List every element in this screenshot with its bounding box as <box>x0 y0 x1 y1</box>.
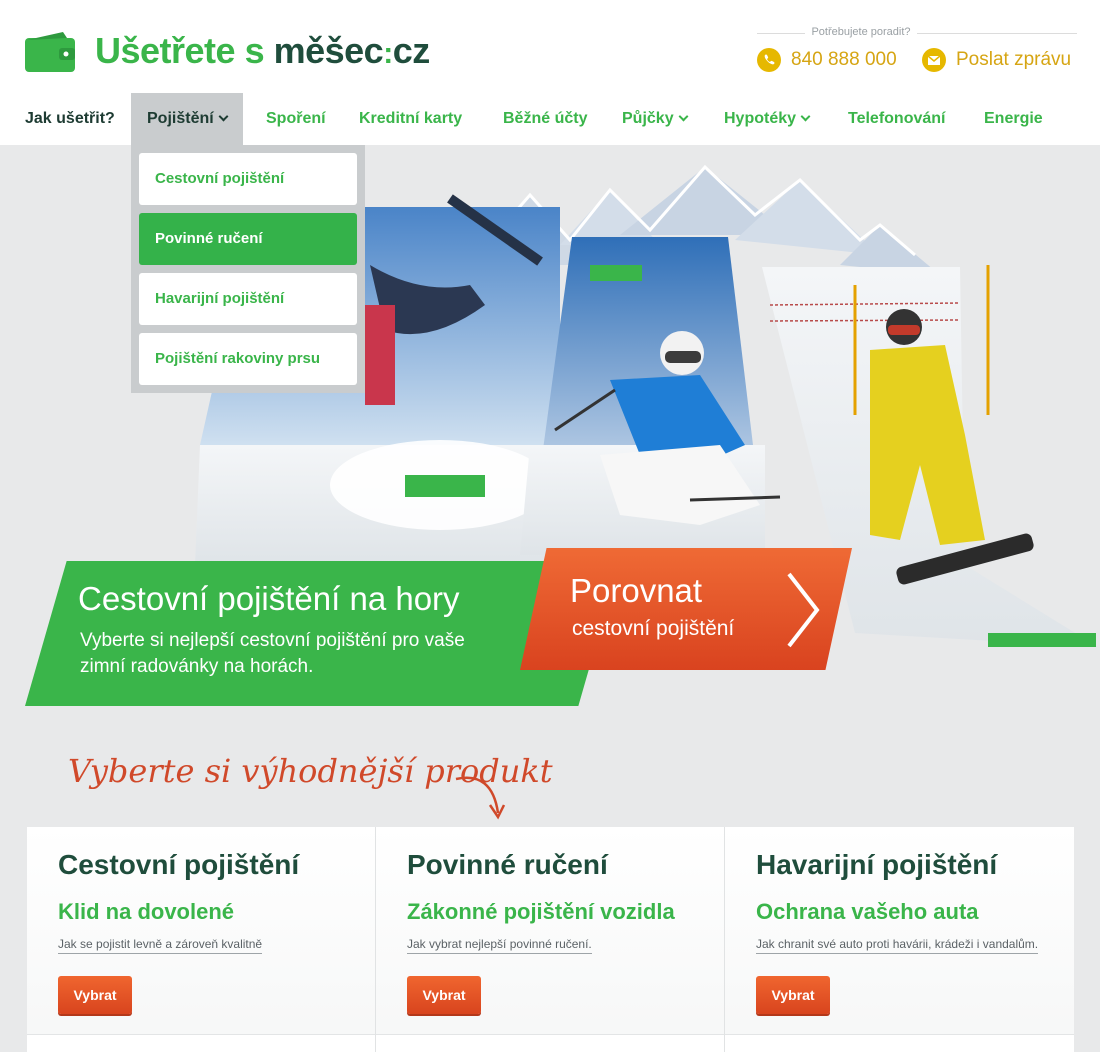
dropdown-item-cestovni[interactable]: Cestovní pojištění <box>139 153 357 205</box>
main-nav: Jak ušetřit? Pojištění Spoření Kreditní … <box>0 93 1100 145</box>
dropdown-item-label: Povinné ručení <box>155 230 263 247</box>
hero-subtitle: Vyberte si nejlepší cestovní pojištění p… <box>80 630 465 677</box>
card-bottom-strip <box>27 1034 375 1052</box>
hero-title: Cestovní pojištění na hory <box>78 580 460 617</box>
nav-item-label: Telefonování <box>848 110 946 127</box>
card-title: Cestovní pojištění <box>58 849 300 880</box>
site-header: Ušetřete s měšec:cz Potřebujete poradit?… <box>0 0 1100 145</box>
dropdown-item-povinne[interactable]: Povinné ručení <box>139 213 357 265</box>
nav-item-telefonovani[interactable]: Telefonování <box>848 93 946 145</box>
chevron-right-icon[interactable] <box>785 570 825 650</box>
product-cards: Cestovní pojištění Klid na dovolené Jak … <box>27 827 1074 1052</box>
help-label: Potřebujete poradit? <box>746 26 976 38</box>
chevron-down-icon <box>800 111 811 122</box>
logo-text: Ušetřete s měšec:cz <box>95 30 430 72</box>
card-title: Povinné ručení <box>407 849 608 880</box>
insurance-dropdown-menu: Cestovní pojištění Povinné ručení Havari… <box>131 145 365 393</box>
nav-item-hypoteky[interactable]: Hypotéky <box>724 93 811 145</box>
nav-item-energie[interactable]: Energie <box>984 93 1043 145</box>
nav-item-kreditni-karty[interactable]: Kreditní karty <box>359 93 462 145</box>
logo-text-part1: Ušetřete s <box>95 30 274 71</box>
choose-button[interactable]: Vybrat <box>407 976 481 1014</box>
card-bottom-strip <box>376 1034 724 1052</box>
logo-text-part2: měšec <box>273 30 384 71</box>
curved-arrow-icon <box>455 776 506 820</box>
send-message-link[interactable]: Poslat zprávu <box>922 48 1071 72</box>
chevron-down-icon <box>218 111 229 122</box>
dropdown-item-label: Pojištění rakoviny prsu <box>155 350 321 367</box>
dropdown-item-havarijni[interactable]: Havarijní pojištění <box>139 273 357 325</box>
nav-item-bezne-ucty[interactable]: Běžné účty <box>503 93 587 145</box>
product-card-cestovni: Cestovní pojištění Klid na dovolené Jak … <box>27 827 376 1052</box>
product-card-povinne: Povinné ručení Zákonné pojištění vozidla… <box>376 827 725 1052</box>
nav-item-label: Běžné účty <box>503 110 588 127</box>
wallet-icon <box>25 30 75 72</box>
compare-cta-label[interactable]: Porovnat <box>570 572 702 610</box>
card-subtitle: Klid na dovolené <box>58 899 235 924</box>
help-label-text: Potřebujete poradit? <box>805 26 917 38</box>
nav-item-label: Jak ušetřit? <box>25 110 115 127</box>
card-subtitle: Zákonné pojištění vozidla <box>407 899 675 924</box>
card-title: Havarijní pojištění <box>756 849 998 880</box>
send-message-label: Poslat zprávu <box>956 49 1072 70</box>
logo-text-part3: cz <box>392 30 431 71</box>
card-link[interactable]: Jak vybrat nejlepší povinné ručení. <box>407 937 592 954</box>
envelope-icon <box>922 48 946 72</box>
dropdown-item-rakoviny[interactable]: Pojištění rakoviny prsu <box>139 333 357 385</box>
nav-item-label: Energie <box>984 110 1043 127</box>
nav-item-label: Pojištění <box>147 110 214 127</box>
card-subtitle: Ochrana vašeho auta <box>756 899 979 924</box>
card-bottom-strip <box>725 1034 1074 1052</box>
phone-contact[interactable]: 840 888 000 <box>757 48 897 72</box>
card-link[interactable]: Jak chranit své auto proti havárii, krád… <box>756 937 1039 954</box>
product-card-havarijni: Havarijní pojištění Ochrana vašeho auta … <box>725 827 1074 1052</box>
logo-text-dots: : <box>383 37 393 70</box>
site-logo[interactable]: Ušetřete s měšec:cz <box>25 30 430 72</box>
nav-item-pojisteni[interactable]: Pojištění <box>131 93 243 145</box>
choose-button[interactable]: Vybrat <box>756 976 830 1014</box>
nav-item-label: Kreditní karty <box>359 110 463 127</box>
nav-item-label: Hypotéky <box>724 110 797 127</box>
compare-cta-sublabel[interactable]: cestovní pojištění <box>572 617 734 641</box>
nav-item-pujcky[interactable]: Půjčky <box>622 93 689 145</box>
dropdown-item-label: Havarijní pojištění <box>155 290 285 307</box>
nav-item-sporeni[interactable]: Spoření <box>266 93 326 145</box>
nav-item-label: Půjčky <box>622 110 674 127</box>
choose-button[interactable]: Vybrat <box>58 976 132 1014</box>
dropdown-item-label: Cestovní pojištění <box>155 170 285 187</box>
nav-item-jak-usetrit[interactable]: Jak ušetřit? <box>25 93 115 145</box>
phone-icon <box>757 48 781 72</box>
nav-item-label: Spoření <box>266 110 326 127</box>
card-link[interactable]: Jak se pojistit levně a zároveň kvalitně <box>58 937 263 954</box>
phone-number: 840 888 000 <box>791 49 897 70</box>
chevron-down-icon <box>678 111 689 122</box>
